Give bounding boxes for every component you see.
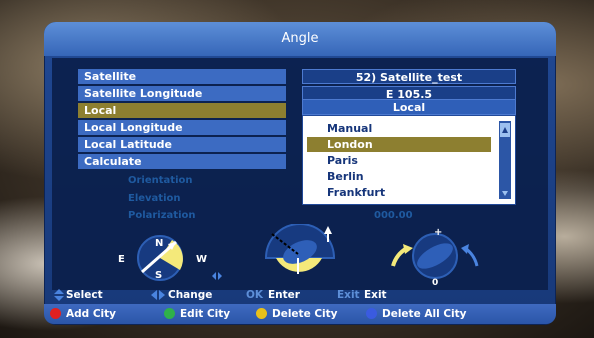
svg-text:+: + xyxy=(434,227,442,238)
dropdown-item-manual[interactable]: Manual xyxy=(307,121,491,136)
local-value[interactable]: Local xyxy=(302,99,516,115)
city-dropdown[interactable]: Manual London Paris Berlin Frankfurt xyxy=(302,115,516,205)
dropdown-item-frankfurt[interactable]: Frankfurt xyxy=(307,185,491,200)
red-key-icon xyxy=(50,308,61,319)
polarization-dish-icon: + 0 xyxy=(385,226,490,288)
orientation-label: Orientation xyxy=(128,175,193,186)
delete-all-city-button[interactable]: Delete All City xyxy=(366,308,467,320)
help-exit: Exit xyxy=(364,289,387,301)
add-city-button[interactable]: Add City xyxy=(50,308,116,320)
green-key-icon xyxy=(164,308,175,319)
compass-w-label: W xyxy=(196,254,207,265)
polar-zero-label: 0 xyxy=(432,278,438,286)
edit-city-button[interactable]: Edit City xyxy=(164,308,230,320)
ok-key-label: OK xyxy=(246,289,264,301)
row-satellite-longitude[interactable]: Satellite Longitude xyxy=(78,86,286,101)
compass-e-label: E xyxy=(118,254,125,265)
help-bar: Select Change OK Enter Exit Exit xyxy=(44,289,556,303)
elevation-label: Elevation xyxy=(128,193,181,204)
polarization-label: Polarization xyxy=(128,210,196,221)
dropdown-item-paris[interactable]: Paris xyxy=(307,153,491,168)
leftright-icon xyxy=(151,290,165,303)
delete-all-city-label: Delete All City xyxy=(382,308,467,320)
dialog-title: Angle xyxy=(44,22,556,56)
color-key-bar: Add City Edit City Delete City Delete Al… xyxy=(44,304,556,324)
compass-n-label: N xyxy=(155,238,163,249)
compass-icon: N S E W xyxy=(110,232,225,282)
help-change: Change xyxy=(168,289,213,301)
blue-key-icon xyxy=(366,308,377,319)
row-local[interactable]: Local xyxy=(78,103,286,118)
add-city-label: Add City xyxy=(66,308,116,320)
satellite-value[interactable]: 52) Satellite_test xyxy=(302,69,516,84)
updown-icon xyxy=(54,289,64,304)
row-satellite[interactable]: Satellite xyxy=(78,69,286,84)
help-select: Select xyxy=(66,289,103,301)
compass-s-label: S xyxy=(155,270,162,281)
polarization-value: 000.00 xyxy=(374,210,413,221)
row-calculate[interactable]: Calculate xyxy=(78,154,286,169)
elevation-dish-icon xyxy=(262,223,342,282)
exit-key-label: Exit xyxy=(337,289,360,301)
help-enter: Enter xyxy=(268,289,300,301)
edit-city-label: Edit City xyxy=(180,308,231,320)
dropdown-scrollbar[interactable] xyxy=(499,121,511,199)
dropdown-item-berlin[interactable]: Berlin xyxy=(307,169,491,184)
delete-city-button[interactable]: Delete City xyxy=(256,308,338,320)
dropdown-item-london[interactable]: London xyxy=(307,137,491,152)
yellow-key-icon xyxy=(256,308,267,319)
row-local-longitude[interactable]: Local Longitude xyxy=(78,120,286,135)
delete-city-label: Delete City xyxy=(272,308,338,320)
row-local-latitude[interactable]: Local Latitude xyxy=(78,137,286,152)
